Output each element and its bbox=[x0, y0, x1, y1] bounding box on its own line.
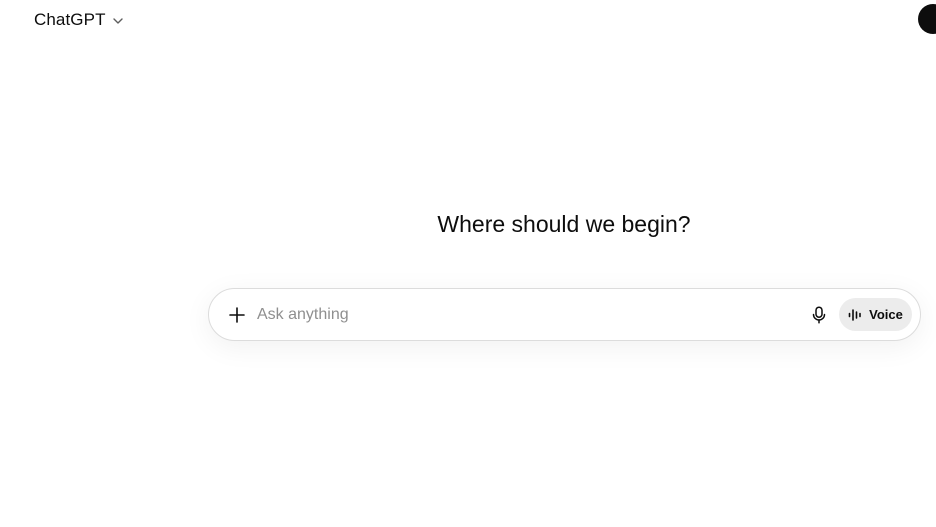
plus-icon bbox=[229, 307, 245, 323]
model-switcher-button[interactable]: ChatGPT bbox=[26, 6, 132, 34]
page-title: Where should we begin? bbox=[437, 211, 691, 237]
voice-mode-button[interactable]: Voice bbox=[839, 298, 912, 331]
composer: Voice bbox=[208, 288, 921, 341]
chevron-down-icon bbox=[112, 15, 124, 27]
model-name: ChatGPT bbox=[34, 10, 106, 29]
chatgpt-page: ChatGPT Where should we begin? Ask anyth… bbox=[0, 0, 936, 527]
prompt-input[interactable] bbox=[257, 302, 787, 328]
microphone-icon bbox=[812, 306, 826, 324]
voice-label: Voice bbox=[869, 307, 903, 322]
attach-button[interactable] bbox=[223, 301, 251, 329]
dictate-button[interactable] bbox=[805, 301, 833, 329]
user-avatar-button[interactable] bbox=[918, 4, 936, 34]
voice-waveform-icon bbox=[848, 308, 861, 321]
